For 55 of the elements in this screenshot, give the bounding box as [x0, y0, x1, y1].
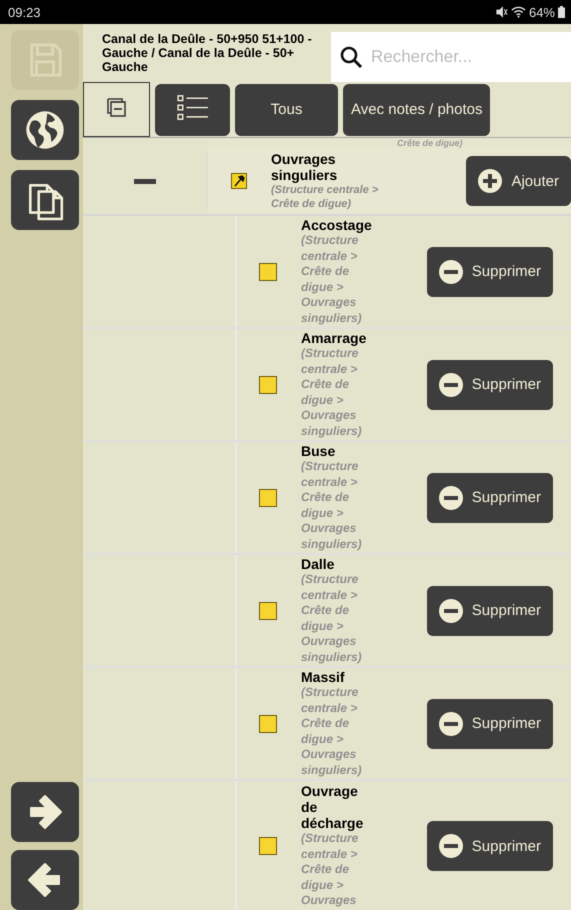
- category-path: Crête de digue): [396, 138, 464, 148]
- checkbox-icon: [259, 602, 277, 620]
- checkbox-icon: [259, 376, 277, 394]
- wifi-icon: [510, 6, 526, 18]
- minus-icon: [134, 178, 156, 184]
- item-name: Ouvrages singuliers: [271, 151, 338, 183]
- category-path: (Structure centrale > Crête de digue > Ouvrages singuliers): [301, 459, 363, 552]
- remove-button[interactable]: Supprimer: [426, 698, 553, 748]
- search-icon: [339, 45, 363, 69]
- checkbox-icon: [259, 488, 277, 506]
- previous-button[interactable]: [11, 850, 79, 910]
- minus-circle-icon: [438, 598, 463, 622]
- category-path: (Structure centrale > Crête de digue > Ouvrages singuliers): [301, 346, 363, 439]
- category-path: (Structure centrale > Crête de digue > Ouvrages: [301, 831, 360, 909]
- mute-icon: [494, 6, 508, 18]
- search-field[interactable]: Rechercher...: [331, 32, 571, 82]
- item-name: Accostage: [301, 217, 373, 233]
- minus-circle-icon: [438, 834, 463, 858]
- item-name: Buse: [301, 443, 336, 459]
- category-path: (Structure centrale > Crête de digue): [271, 183, 380, 211]
- minus-circle-icon: [438, 486, 463, 510]
- battery-level: 64%: [528, 4, 555, 20]
- checkbox-icon: [259, 262, 277, 280]
- clock-time: 09:23: [8, 4, 41, 20]
- remove-button[interactable]: Supprimer: [426, 360, 553, 410]
- minus-circle-icon: [438, 260, 463, 284]
- copy-button[interactable]: [11, 170, 79, 230]
- category-path: (Structure centrale > Crête de digue > Ouvrages singuliers): [301, 572, 363, 665]
- checkbox-icon: [259, 714, 277, 732]
- item-name: Massif: [301, 669, 346, 685]
- checkbox-icon: [259, 837, 277, 855]
- filter-tab[interactable]: Avec notes / photos: [343, 84, 490, 136]
- plus-circle-icon: [478, 169, 502, 193]
- category-path: (Structure centrale > Crête de digue > Ouvrages singuliers): [301, 233, 363, 326]
- item-name: Dalle: [301, 556, 336, 572]
- collapse-all-tab[interactable]: [83, 82, 150, 137]
- remove-button[interactable]: Supprimer: [426, 246, 553, 296]
- location-title: Gauche: [102, 60, 149, 74]
- location-title: Canal de la Deûle - 50+950 51+100 - Gauche / Canal de la Deûle - 50+: [102, 32, 313, 60]
- item-name: Amarrage: [301, 330, 368, 346]
- remove-button[interactable]: Supprimer: [426, 586, 553, 636]
- list-view-tab[interactable]: [155, 84, 230, 136]
- add-button[interactable]: Ajouter: [466, 156, 571, 206]
- remove-button[interactable]: Supprimer: [426, 472, 553, 522]
- battery-icon: [558, 6, 565, 18]
- remove-button[interactable]: Supprimer: [426, 821, 553, 871]
- filter-tab[interactable]: Tous: [235, 84, 338, 136]
- item-name: Ouvrage de décharge: [301, 783, 364, 832]
- minus-circle-icon: [438, 712, 463, 736]
- minus-circle-icon: [438, 372, 463, 396]
- category-path: (Structure centrale > Crête de digue > Ouvrages singuliers): [301, 685, 363, 778]
- next-button[interactable]: [11, 782, 79, 842]
- map-button[interactable]: [11, 100, 79, 160]
- hammer-checkbox-icon: [231, 173, 247, 189]
- search-input[interactable]: Rechercher...: [369, 46, 523, 68]
